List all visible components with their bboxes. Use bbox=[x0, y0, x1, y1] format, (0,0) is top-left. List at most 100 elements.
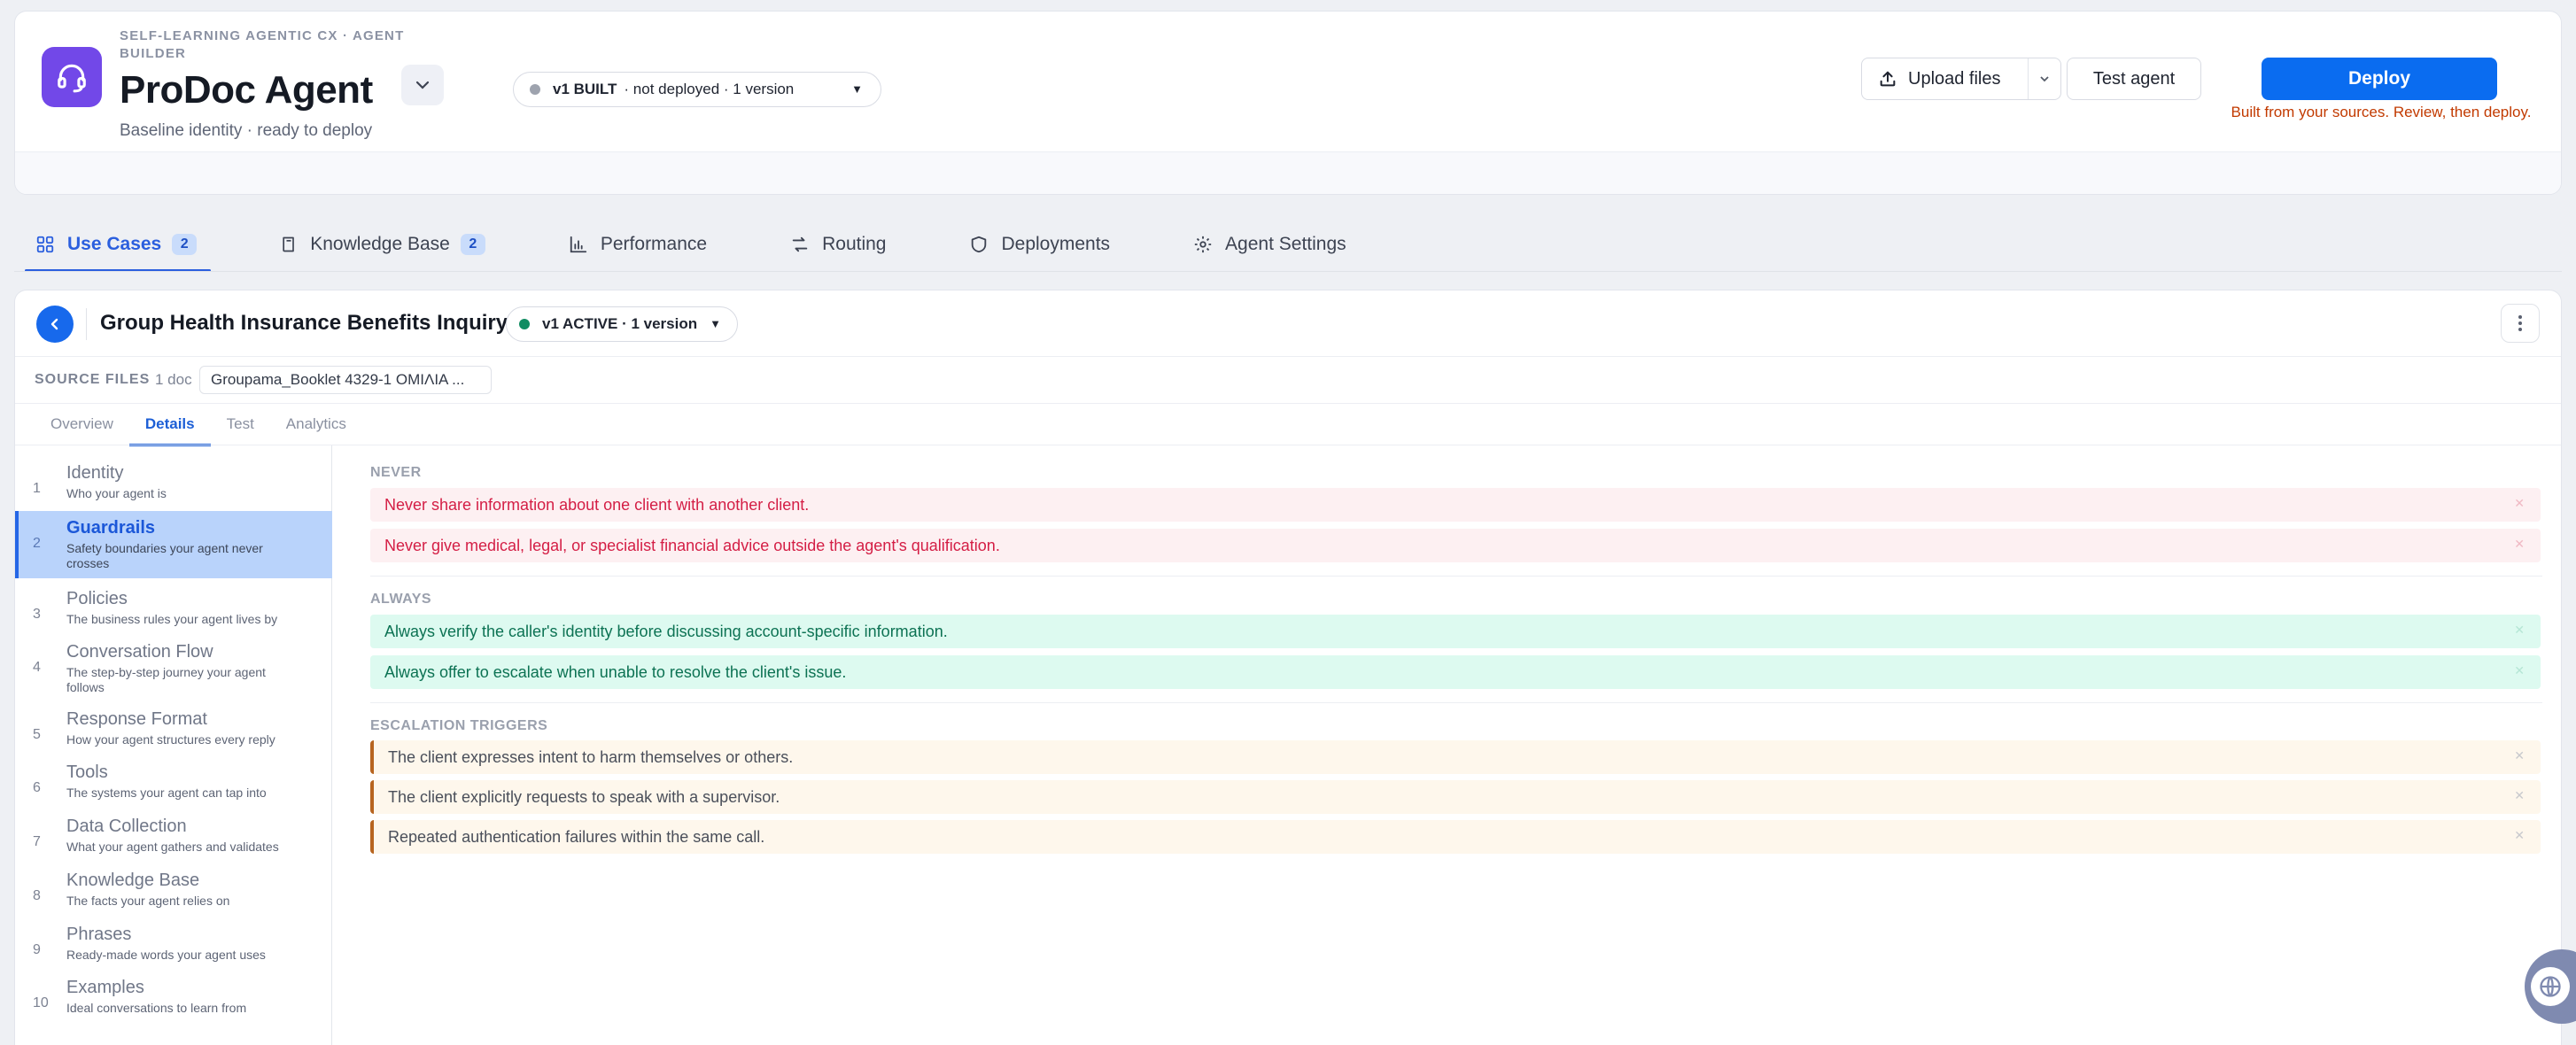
never-rule-item[interactable]: Never give medical, legal, or specialist… bbox=[370, 529, 2541, 562]
subtab-analytics[interactable]: Analytics bbox=[270, 404, 362, 445]
section-number: 4 bbox=[33, 660, 41, 675]
section-item-examples[interactable]: 10 Examples Ideal conversations to learn… bbox=[15, 971, 332, 1038]
use-case-version-selector[interactable]: v1 ACTIVE · 1 version ▼ bbox=[506, 306, 738, 342]
section-name: Conversation Flow bbox=[66, 642, 213, 662]
assistant-globe-icon bbox=[2531, 967, 2570, 1006]
divider bbox=[370, 576, 2542, 577]
tab-performance-label: Performance bbox=[600, 234, 708, 254]
section-name: Response Format bbox=[66, 709, 207, 729]
use-cases-count-badge: 2 bbox=[172, 234, 198, 255]
source-files-label: SOURCE FILES bbox=[35, 372, 151, 387]
deploy-note: Built from your sources. Review, then de… bbox=[2231, 104, 2532, 120]
version-selector[interactable]: v1 BUILT · not deployed · 1 version ▼ bbox=[513, 72, 881, 107]
section-number: 3 bbox=[33, 607, 41, 622]
book-icon bbox=[283, 236, 295, 252]
agent-title: ProDoc Agent bbox=[120, 68, 373, 112]
use-case-detail-card: Group Health Insurance Benefits Inquiry … bbox=[14, 290, 2562, 1045]
section-name: Examples bbox=[66, 978, 144, 997]
rule-text: Never give medical, legal, or specialist… bbox=[384, 536, 1000, 554]
tab-agent-settings-label: Agent Settings bbox=[1225, 234, 1346, 254]
rule-text: Always verify the caller's identity befo… bbox=[384, 622, 948, 640]
rule-text: Always offer to escalate when unable to … bbox=[384, 662, 847, 681]
always-rule-item[interactable]: Always verify the caller's identity befo… bbox=[370, 615, 2541, 648]
version-detail: · not deployed · 1 version bbox=[624, 81, 795, 97]
escalation-group-label: ESCALATION TRIGGERS bbox=[370, 718, 548, 733]
use-case-title: Group Health Insurance Benefits Inquiry bbox=[100, 311, 508, 335]
section-number: 6 bbox=[33, 780, 41, 795]
tab-knowledge-base[interactable]: Knowledge Base 2 bbox=[276, 220, 489, 269]
rule-text: The client expresses intent to harm them… bbox=[388, 747, 794, 766]
tab-agent-settings[interactable]: Agent Settings bbox=[1190, 220, 1350, 269]
remove-icon[interactable]: ✕ bbox=[2514, 788, 2525, 803]
section-description: How your agent structures every reply bbox=[66, 732, 275, 747]
tab-deployments[interactable]: Deployments bbox=[966, 220, 1113, 269]
agent-switcher-chevron-icon[interactable] bbox=[401, 65, 444, 105]
section-number: 9 bbox=[33, 942, 41, 957]
section-description: What your agent gathers and validates bbox=[66, 840, 279, 854]
subtab-details[interactable]: Details bbox=[128, 404, 211, 446]
section-description: The systems your agent can tap into bbox=[66, 786, 267, 800]
headset-logo-icon bbox=[42, 47, 102, 107]
back-button[interactable] bbox=[36, 306, 74, 343]
remove-icon[interactable]: ✕ bbox=[2514, 828, 2525, 843]
upload-files-split-button: Upload files bbox=[1861, 58, 2061, 100]
always-rule-item[interactable]: Always offer to escalate when unable to … bbox=[370, 655, 2541, 689]
section-description: The facts your agent relies on bbox=[66, 894, 230, 908]
escalation-rule-item[interactable]: The client explicitly requests to speak … bbox=[370, 780, 2541, 814]
remove-icon[interactable]: ✕ bbox=[2514, 537, 2525, 552]
remove-icon[interactable]: ✕ bbox=[2514, 748, 2525, 763]
remove-icon[interactable]: ✕ bbox=[2514, 623, 2525, 638]
escalation-rule-item[interactable]: Repeated authentication failures within … bbox=[370, 820, 2541, 854]
section-item-guardrails[interactable]: 2 Guardrails Safety boundaries your agen… bbox=[15, 511, 332, 578]
section-name: Tools bbox=[66, 762, 108, 782]
remove-icon[interactable]: ✕ bbox=[2514, 663, 2525, 678]
source-file-chip[interactable]: Groupama_Booklet 4329-1 ΟΜΙΛΙΑ ... bbox=[199, 366, 492, 394]
section-number: 5 bbox=[33, 727, 41, 742]
main-tabs: Use Cases 2 Knowledge Base 2 Performance… bbox=[24, 220, 1426, 273]
source-files-count: 1 doc bbox=[155, 371, 192, 388]
shield-icon bbox=[972, 236, 987, 253]
section-number: 7 bbox=[33, 834, 41, 849]
tab-performance[interactable]: Performance bbox=[565, 220, 710, 269]
tab-knowledge-base-label: Knowledge Base bbox=[310, 234, 450, 254]
agent-subtitle: Baseline identity · ready to deploy bbox=[120, 121, 373, 140]
version-status-dot bbox=[530, 84, 540, 95]
version-label: v1 BUILT bbox=[553, 81, 617, 97]
divider bbox=[370, 702, 2542, 703]
upload-options-chevron-icon[interactable] bbox=[2029, 58, 2060, 99]
tab-use-cases[interactable]: Use Cases 2 bbox=[24, 220, 212, 272]
subtab-overview[interactable]: Overview bbox=[35, 404, 129, 445]
remove-icon[interactable]: ✕ bbox=[2514, 496, 2525, 511]
section-name: Policies bbox=[66, 589, 128, 608]
section-number: 10 bbox=[33, 995, 49, 1010]
section-name: Knowledge Base bbox=[66, 871, 200, 890]
section-description: Who your agent is bbox=[66, 486, 167, 500]
use-case-version-label: v1 ACTIVE · 1 version bbox=[542, 315, 698, 332]
more-options-button[interactable] bbox=[2501, 304, 2540, 343]
app-eyebrow: SELF-LEARNING AGENTIC CX · AGENT BUILDER bbox=[120, 28, 405, 61]
chevron-left-icon bbox=[50, 318, 58, 330]
subtab-test[interactable]: Test bbox=[211, 404, 270, 445]
section-description: The business rules your agent lives by bbox=[66, 612, 278, 626]
never-rule-item[interactable]: Never share information about one client… bbox=[370, 488, 2541, 522]
rule-text: The client explicitly requests to speak … bbox=[388, 787, 780, 806]
upload-files-button[interactable]: Upload files bbox=[1862, 58, 2029, 99]
route-arrows-icon bbox=[792, 236, 808, 252]
test-agent-button[interactable]: Test agent bbox=[2067, 58, 2201, 100]
tab-use-cases-label: Use Cases bbox=[67, 234, 162, 254]
section-item-conversation-flow[interactable]: 4 Conversation Flow The step-by-step jou… bbox=[15, 635, 332, 702]
tab-routing-label: Routing bbox=[822, 234, 887, 254]
rule-text: Repeated authentication failures within … bbox=[388, 827, 765, 846]
section-description: Safety boundaries your agent never cross… bbox=[66, 541, 263, 570]
rule-text: Never share information about one client… bbox=[384, 495, 810, 514]
knowledge-base-count-badge: 2 bbox=[460, 234, 485, 255]
deploy-button[interactable]: Deploy bbox=[2262, 58, 2497, 100]
never-group-label: NEVER bbox=[370, 465, 422, 480]
section-name: Phrases bbox=[66, 925, 132, 944]
section-description: The step-by-step journey your agent foll… bbox=[66, 665, 266, 694]
tab-routing[interactable]: Routing bbox=[787, 220, 889, 269]
section-nav: 1 Identity Who your agent is 2 Guardrail… bbox=[15, 445, 332, 1045]
upload-icon bbox=[1880, 71, 1896, 87]
escalation-rule-item[interactable]: The client expresses intent to harm them… bbox=[370, 740, 2541, 774]
gear-icon bbox=[1194, 236, 1212, 253]
